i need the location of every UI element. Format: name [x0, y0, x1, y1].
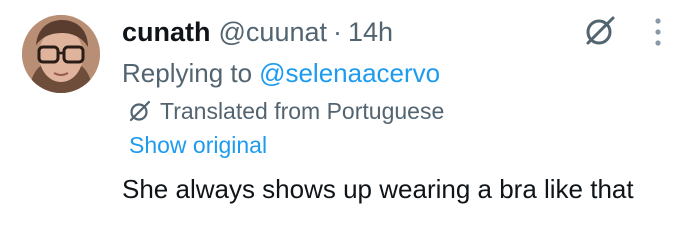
user-handle[interactable]: @cuunat	[219, 17, 327, 48]
separator-dot: ·	[333, 16, 342, 47]
tweet-text: She always shows up wearing a bra like t…	[122, 174, 634, 204]
more-options-icon[interactable]	[651, 16, 665, 48]
tweet[interactable]: cunath @cuunat · 14h Replying to @selena…	[0, 0, 700, 251]
display-name[interactable]: cunath	[122, 17, 211, 48]
translate-icon	[129, 100, 151, 122]
translated-label: Translated from Portuguese	[160, 97, 445, 124]
replying-handle-link[interactable]: @selenaacervo	[259, 58, 440, 89]
replying-to: Replying to @selenaacervo	[122, 55, 440, 91]
translated-notice: Translated from Portuguese	[128, 96, 444, 126]
tweet-header: cunath @cuunat · 14h	[122, 12, 393, 52]
show-original-link[interactable]: Show original	[129, 130, 267, 160]
replying-prefix: Replying to	[122, 57, 253, 88]
timestamp[interactable]: 14h	[348, 17, 393, 48]
grok-icon[interactable]	[583, 14, 617, 48]
avatar[interactable]	[22, 15, 100, 93]
